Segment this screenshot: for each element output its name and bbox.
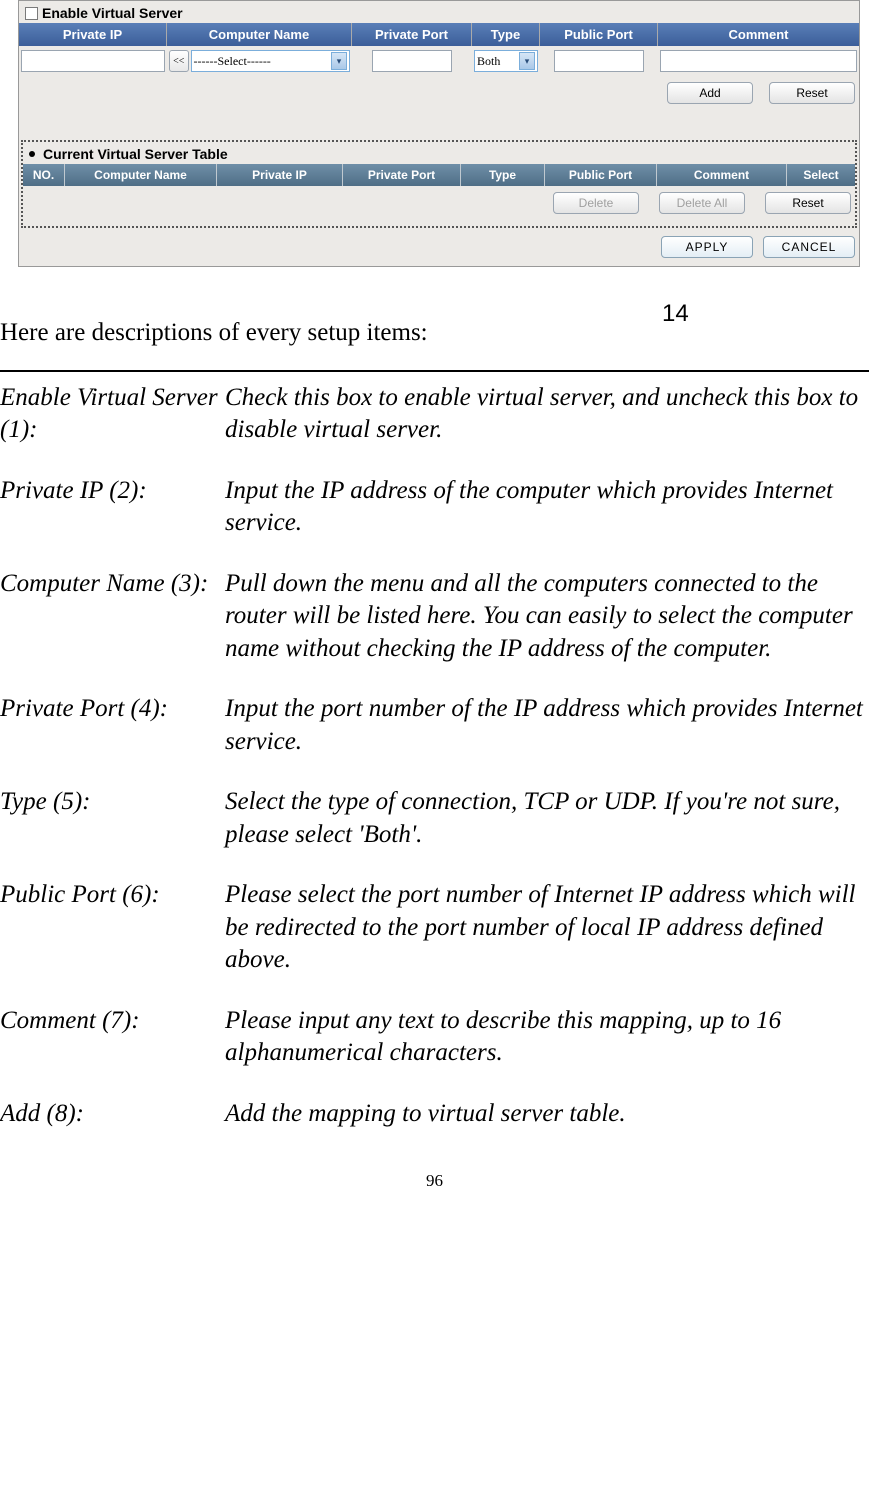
apply-button[interactable]: APPLY — [661, 236, 753, 258]
chevron-down-icon: ▾ — [331, 52, 347, 70]
term-add: Add (8): — [0, 1098, 225, 1131]
reset-button[interactable]: Reset — [769, 82, 855, 104]
term-public-port: Public Port (6): — [0, 879, 225, 977]
enable-virtual-server-checkbox[interactable] — [25, 7, 38, 20]
th-computer-name: Computer Name — [65, 164, 217, 186]
type-select[interactable]: Both ▾ — [474, 50, 538, 72]
current-table-title: Current Virtual Server Table — [43, 146, 228, 162]
th-private-port: Private Port — [343, 164, 461, 186]
hdr-private-ip: Private IP — [19, 23, 167, 46]
term-type: Type (5): — [0, 786, 225, 851]
def-private-port: Input the port number of the IP address … — [225, 693, 869, 758]
enable-virtual-server-label: Enable Virtual Server — [42, 5, 183, 21]
hdr-computer-name: Computer Name — [167, 23, 352, 46]
current-table-box: Current Virtual Server Table NO. Compute… — [21, 140, 857, 228]
term-comment: Comment (7): — [0, 1005, 225, 1070]
computer-name-placeholder: ------Select------ — [194, 54, 271, 69]
th-public-port: Public Port — [545, 164, 657, 186]
cancel-button[interactable]: CANCEL — [763, 236, 855, 258]
intro-text: Here are descriptions of every setup ite… — [0, 317, 869, 350]
def-comment: Please input any text to describe this m… — [225, 1005, 869, 1070]
term-computer-name: Computer Name (3): — [0, 568, 225, 666]
hdr-type: Type — [472, 23, 540, 46]
page-number: 96 — [0, 1170, 869, 1192]
input-row: << ------Select------ ▾ Both ▾ — [19, 46, 859, 76]
delete-button[interactable]: Delete — [553, 192, 639, 214]
def-computer-name: Pull down the menu and all the computers… — [225, 568, 869, 666]
chevron-down-icon: ▾ — [519, 52, 535, 70]
th-no: NO. — [23, 164, 65, 186]
table-header-row: NO. Computer Name Private IP Private Por… — [23, 164, 855, 186]
th-comment: Comment — [657, 164, 787, 186]
bullet-icon — [29, 151, 35, 157]
th-select: Select — [787, 164, 855, 186]
def-enable: Check this box to enable virtual server,… — [225, 382, 869, 447]
def-add: Add the mapping to virtual server table. — [225, 1098, 869, 1131]
divider — [0, 370, 869, 372]
delete-all-button[interactable]: Delete All — [659, 192, 745, 214]
def-public-port: Please select the port number of Interne… — [225, 879, 869, 977]
copy-ip-button[interactable]: << — [169, 50, 189, 72]
type-value: Both — [477, 54, 500, 69]
computer-name-select[interactable]: ------Select------ ▾ — [191, 50, 350, 72]
term-private-ip: Private IP (2): — [0, 475, 225, 540]
def-private-ip: Input the IP address of the computer whi… — [225, 475, 869, 540]
term-private-port: Private Port (4): — [0, 693, 225, 758]
hdr-public-port: Public Port — [540, 23, 658, 46]
comment-input[interactable] — [660, 50, 857, 72]
private-port-input[interactable] — [372, 50, 452, 72]
def-type: Select the type of connection, TCP or UD… — [225, 786, 869, 851]
th-type: Type — [461, 164, 545, 186]
annotation-14: 14 — [662, 300, 689, 328]
add-button[interactable]: Add — [667, 82, 753, 104]
hdr-private-port: Private Port — [352, 23, 472, 46]
public-port-input[interactable] — [554, 50, 644, 72]
private-ip-input[interactable] — [21, 50, 165, 72]
input-header-row: Private IP Computer Name Private Port Ty… — [19, 23, 859, 46]
table-reset-button[interactable]: Reset — [765, 192, 851, 214]
th-private-ip: Private IP — [217, 164, 343, 186]
hdr-comment: Comment — [658, 23, 859, 46]
virtual-server-panel: Enable Virtual Server Private IP Compute… — [18, 0, 860, 267]
term-enable: Enable Virtual Server (1): — [0, 382, 225, 447]
